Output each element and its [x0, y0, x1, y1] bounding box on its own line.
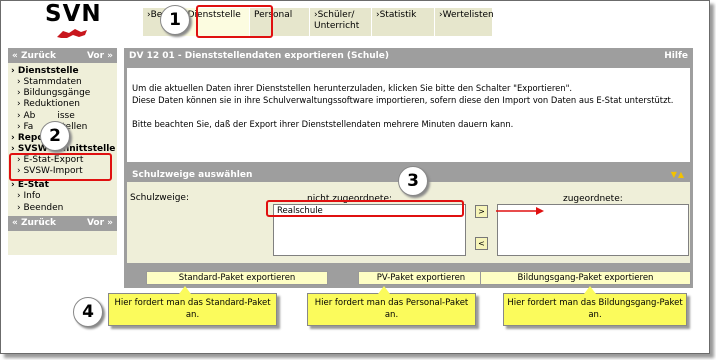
sidebar-item-bildungsgaenge[interactable]: › Bildungsgänge [8, 88, 117, 99]
assigned-label: zugeordnete: [563, 194, 623, 204]
tab-statistik[interactable]: ›Statistik [372, 8, 435, 36]
remove-button[interactable]: < [475, 237, 488, 250]
sidebar-nav-top: « Zurück Vor » [8, 48, 117, 63]
logo-text: SVN [45, 1, 102, 27]
pv-export-button[interactable]: PV-Paket exportieren [358, 271, 484, 285]
main-header: DV 12 01 - Dienststellendaten exportiere… [124, 48, 693, 64]
info-text-2: Diese Daten können sie in ihre Schulverw… [132, 95, 674, 105]
marker-3: 3 [398, 166, 428, 196]
add-button[interactable]: > [475, 205, 488, 218]
horse-icon [57, 29, 87, 38]
info-box: Um die aktuellen Daten ihrer Dienststell… [127, 68, 690, 162]
svn-logo: SVN [41, 1, 105, 39]
sidebar-item-stammdaten[interactable]: › Stammdaten [8, 77, 117, 88]
schulzweige-label: Schulzweige: [130, 193, 189, 203]
sidebar-nav-bottom: « Zurück Vor » [8, 215, 117, 231]
forward-link[interactable]: Vor » [87, 51, 113, 61]
highlight-dienststelle-tab [196, 5, 273, 38]
sidebar-item-info[interactable]: › Info [8, 191, 117, 202]
bildungsgang-export-button[interactable]: Bildungsgang-Paket exportieren [480, 271, 691, 285]
info-text-1: Um die aktuellen Daten ihrer Dienststell… [132, 83, 573, 93]
tab-wertelisten[interactable]: ›Wertelisten [435, 8, 494, 36]
marker-2: 2 [40, 121, 70, 151]
collapse-arrows-icon[interactable]: ▼▲ [671, 170, 685, 179]
sidebar: « Zurück Vor » › Dienststelle › Stammdat… [8, 48, 117, 255]
info-text-3: Bitte beachten Sie, daß der Export ihrer… [132, 119, 514, 129]
export-buttons-row: Standard-Paket exportieren PV-Paket expo… [124, 269, 693, 287]
arrow-right-icon [496, 207, 544, 215]
marker-4: 4 [73, 297, 103, 327]
callout-standard: Hier fordert man das Standard-Paket an. [108, 286, 277, 326]
back-link-bottom[interactable]: « Zurück [12, 218, 56, 228]
sidebar-item-abschluesse[interactable]: › Ab isse [8, 111, 117, 122]
standard-export-button[interactable]: Standard-Paket exportieren [146, 271, 328, 285]
sidebar-item-reduktionen[interactable]: › Reduktionen [8, 99, 117, 110]
callout-personal: Hier fordert man das Personal-Paket an. [307, 286, 476, 326]
sidebar-section-dienststelle[interactable]: › Dienststelle [8, 66, 117, 77]
highlight-realschule [266, 200, 464, 217]
sidebar-item-beenden[interactable]: › Beenden [8, 203, 117, 214]
highlight-svsw-section [9, 153, 112, 181]
tab-schueler-unterricht[interactable]: ›Schüler/ Unterricht [310, 8, 372, 36]
callout-bildungsgang: Hier fordert man das Bildungsgang-Paket … [503, 286, 687, 326]
page-title: DV 12 01 - Dienststellendaten exportiere… [129, 51, 389, 61]
back-link[interactable]: « Zurück [12, 51, 56, 61]
marker-1: 1 [160, 5, 190, 35]
forward-link-bottom[interactable]: Vor » [87, 218, 113, 228]
screenshot-frame: SVN ›Be ›Dienststelle Personal ›Schüler/… [0, 0, 710, 354]
help-link[interactable]: Hilfe [664, 51, 688, 61]
sidebar-section-e-stat[interactable]: › E-Stat [8, 180, 117, 191]
schulzweige-title: Schulzweige auswählen [132, 169, 253, 180]
